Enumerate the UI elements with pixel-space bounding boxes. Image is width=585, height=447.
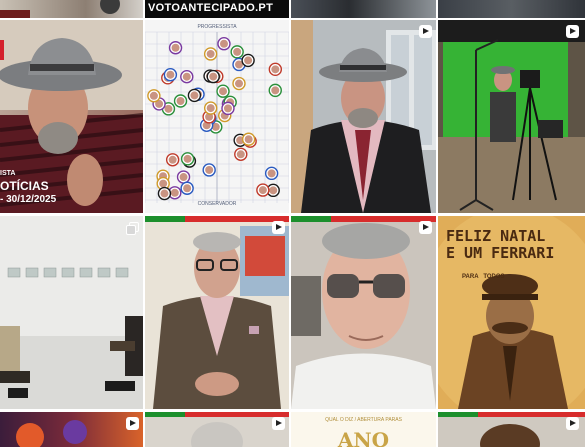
cake-text-line2: E UM FERRARI — [446, 244, 555, 262]
reel-icon — [272, 221, 285, 234]
post-tile-top-2[interactable]: VOTOANTECIPADO.PT — [145, 0, 289, 18]
post-tile-news-portrait[interactable]: ISTA OTÍCIAS - 30/12/2025 — [0, 20, 143, 213]
spectrum-avatar — [206, 69, 220, 84]
studio-photo — [438, 20, 585, 213]
spectrum-avatar — [241, 53, 255, 68]
post-tile-selfie[interactable] — [291, 216, 436, 409]
post-tile-top-4[interactable] — [438, 0, 585, 18]
cake-text-line3: PARA TODOS — [462, 274, 505, 280]
spectrum-avatar — [232, 76, 246, 91]
gallery-photo — [0, 216, 143, 409]
spectrum-chart — [145, 31, 289, 203]
post-tile-tweed[interactable] — [145, 216, 289, 409]
post-tile-gallery[interactable] — [0, 216, 143, 409]
spectrum-avatar — [217, 37, 231, 51]
post-tile-suit-hat[interactable] — [291, 20, 436, 213]
reel-icon — [126, 417, 139, 430]
spectrum-avatar — [180, 152, 195, 166]
spectrum-avatar — [163, 68, 178, 82]
news-caption-line1: ISTA — [0, 170, 16, 177]
post-tile-top-1[interactable] — [0, 0, 143, 18]
spectrum-avatar — [203, 101, 218, 115]
spectrum-top-label: PROGRESSISTA — [197, 24, 237, 30]
bottom-photo-1 — [16, 420, 87, 447]
reel-icon — [419, 25, 432, 38]
bottom-photo-2 — [145, 412, 289, 447]
tweed-photo — [145, 216, 289, 409]
post-tile-bottom-2[interactable] — [145, 412, 289, 447]
cake-text-line1: FELIZ NATAL — [446, 227, 546, 245]
spectrum-avatar — [180, 181, 194, 195]
spectrum-avatar — [176, 170, 191, 184]
spectrum-avatar — [268, 83, 282, 98]
banner-handle-text: VOTOANTECIPADO.PT — [148, 2, 274, 14]
post-tile-bottom-4[interactable] — [438, 412, 585, 447]
spectrum-avatar — [216, 84, 230, 98]
news-caption-line3: - 30/12/2025 — [0, 194, 57, 205]
spectrum-avatar — [221, 101, 235, 116]
bottom-partial-logo: ANO — [337, 428, 390, 447]
spectrum-avatar — [187, 88, 202, 103]
partial-photo — [0, 0, 120, 18]
post-tile-top-3[interactable] — [291, 0, 436, 18]
spectrum-avatar — [241, 132, 256, 146]
bottom-partial-text: QUAL O DIZ / ABERTURA PARAS — [325, 417, 402, 423]
bottom-photo-4 — [438, 412, 585, 447]
spectrum-avatar — [203, 47, 218, 61]
post-tile-bottom-3[interactable]: QUAL O DIZ / ABERTURA PARAS ANO — [291, 412, 436, 447]
reel-icon — [419, 221, 432, 234]
post-tile-christmas-cake[interactable]: FELIZ NATAL E UM FERRARI PARA TODOS — [438, 216, 585, 409]
post-tile-spectrum[interactable]: PROGRESSISTA CONSERVADOR — [145, 20, 289, 213]
spectrum-avatar — [157, 186, 172, 201]
suit-photo — [291, 20, 436, 213]
selfie-photo — [291, 216, 436, 409]
reel-icon — [272, 417, 285, 430]
carousel-icon — [126, 222, 139, 235]
spectrum-avatar — [147, 89, 161, 103]
reel-icon — [566, 417, 579, 430]
news-caption-line2: OTÍCIAS — [0, 179, 49, 193]
spectrum-avatar — [202, 163, 216, 177]
spectrum-avatar — [256, 183, 270, 197]
post-tile-studio[interactable] — [438, 20, 585, 213]
spectrum-avatar — [264, 166, 279, 181]
post-tile-bottom-1[interactable] — [0, 412, 143, 447]
spectrum-avatar — [230, 45, 244, 59]
spectrum-avatar — [168, 41, 183, 55]
post-grid: VOTOANTECIPADO.PT ISTA OTÍCIAS - 30/12/2… — [0, 0, 585, 447]
spectrum-avatar — [180, 69, 194, 84]
spectrum-avatar — [234, 147, 248, 161]
spectrum-bottom-label: CONSERVADOR — [197, 201, 237, 207]
reel-icon — [566, 25, 579, 38]
spectrum-avatar — [173, 94, 188, 108]
spectrum-avatar — [165, 153, 180, 167]
spectrum-avatar — [268, 62, 283, 77]
